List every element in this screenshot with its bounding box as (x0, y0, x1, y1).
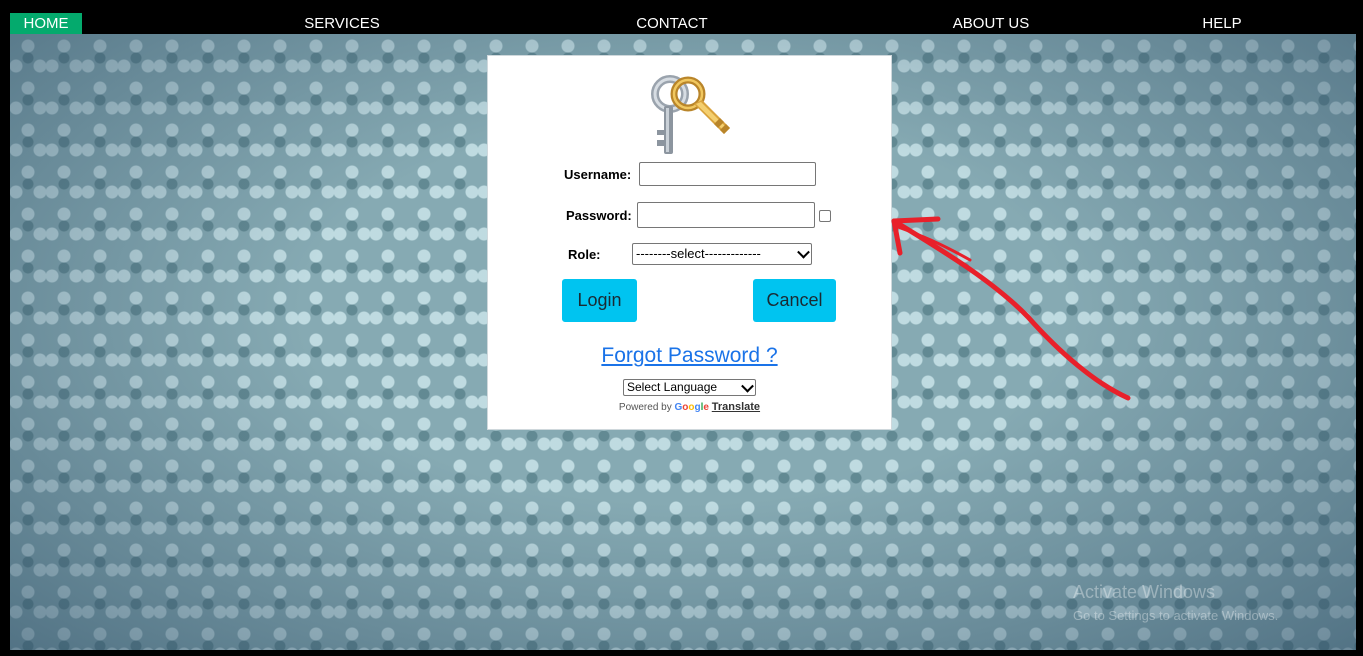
google-logo: Google (674, 402, 709, 413)
username-input[interactable] (639, 162, 816, 186)
chevron-down-icon (797, 245, 810, 259)
role-select-value: --------select------------- (636, 246, 761, 261)
password-label: Password: (566, 208, 632, 223)
red-arrow-annotation (891, 216, 1131, 401)
powered-by-google-translate: Powered by Google Translate (488, 401, 891, 413)
password-input[interactable] (637, 202, 815, 228)
activate-windows-subtitle: Go to Settings to activate Windows. (1073, 608, 1279, 623)
activate-windows-title: Activate Windows (1073, 582, 1216, 602)
keys-icon (651, 75, 730, 154)
forgot-password-link[interactable]: Forgot Password ? (488, 344, 891, 368)
language-select-value: Select Language (627, 380, 718, 394)
show-password-checkbox[interactable] (819, 210, 831, 222)
role-select[interactable]: --------select------------- (632, 243, 812, 265)
nav-about-us[interactable]: ABOUT US (941, 13, 1041, 34)
nav-contact[interactable]: CONTACT (622, 13, 722, 34)
top-navbar: HOME SERVICES CONTACT ABOUT US HELP (10, 13, 1356, 34)
username-label: Username: (564, 167, 632, 182)
browser-viewport: HOME SERVICES CONTACT ABOUT US HELP Acti… (0, 0, 1363, 656)
language-select[interactable]: Select Language (623, 379, 756, 396)
powered-by-text: Powered by (618, 402, 672, 413)
nav-services[interactable]: SERVICES (292, 13, 392, 34)
login-panel: Username: Password: Role: --------select… (487, 55, 892, 430)
translate-link[interactable]: Translate (712, 401, 760, 413)
nav-home[interactable]: HOME (10, 13, 82, 34)
cancel-button[interactable]: Cancel (753, 279, 836, 322)
role-label: Role: (568, 247, 601, 262)
nav-help[interactable]: HELP (1192, 13, 1252, 34)
chevron-down-icon (741, 380, 754, 393)
login-button[interactable]: Login (562, 279, 637, 322)
